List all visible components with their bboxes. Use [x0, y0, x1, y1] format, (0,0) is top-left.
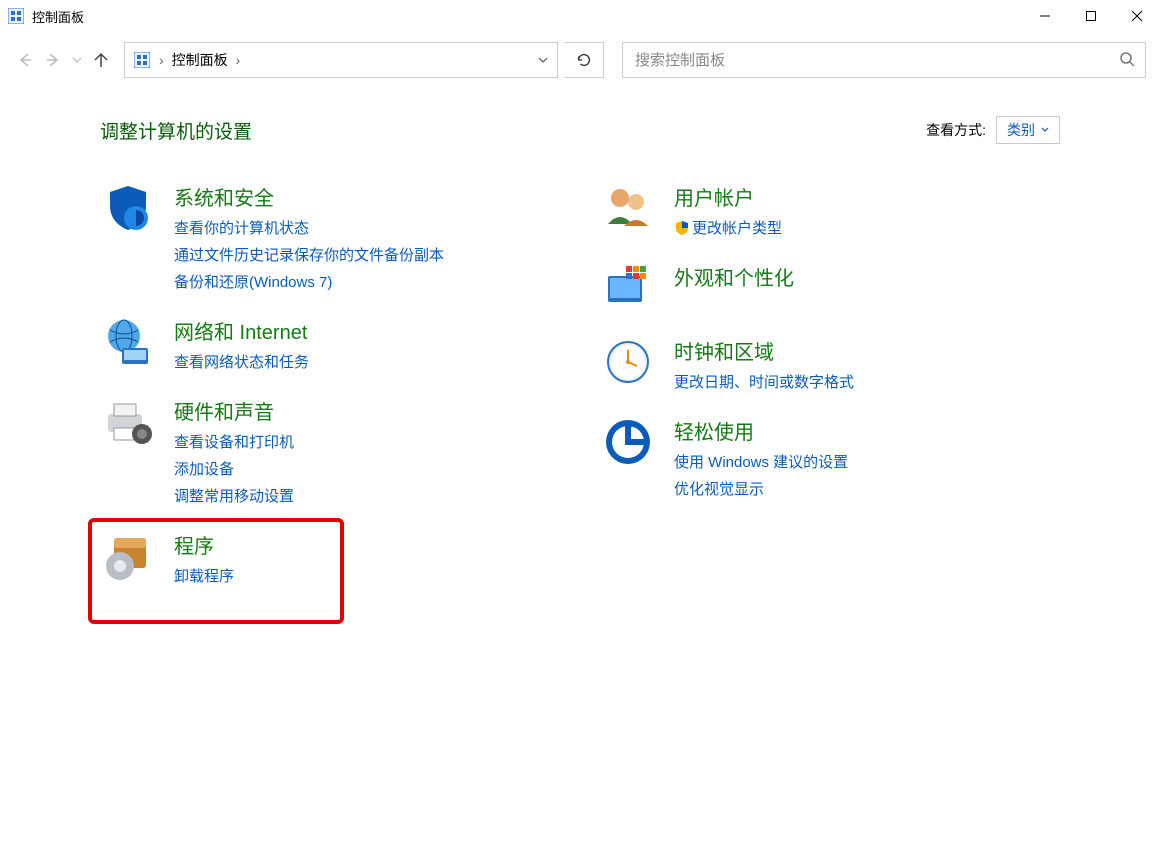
category-link[interactable]: 使用 Windows 建议的设置 — [674, 449, 848, 476]
search-icon — [1119, 51, 1135, 70]
refresh-button[interactable] — [564, 42, 604, 78]
category-clock-region: 时钟和区域 更改日期、时间或数字格式 — [600, 334, 1060, 396]
category-hardware-sound: 硬件和声音 查看设备和打印机 添加设备 调整常用移动设置 — [100, 394, 560, 510]
maximize-button[interactable] — [1068, 0, 1114, 32]
close-button[interactable] — [1114, 0, 1160, 32]
uac-shield-icon — [674, 218, 690, 234]
app-icon — [8, 8, 24, 24]
address-icon — [125, 52, 153, 68]
navigation-bar: › 控制面板 › — [0, 32, 1160, 88]
search-input[interactable] — [633, 51, 1119, 70]
page-title: 调整计算机的设置 — [100, 117, 252, 144]
ease-of-access-icon — [600, 414, 656, 470]
category-network-internet: 网络和 Internet 查看网络状态和任务 — [100, 314, 560, 376]
category-link[interactable]: 查看你的计算机状态 — [174, 215, 444, 242]
category-appearance: 外观和个性化 — [600, 260, 1060, 316]
shield-icon — [100, 180, 156, 236]
category-title[interactable]: 系统和安全 — [174, 182, 444, 211]
category-title[interactable]: 轻松使用 — [674, 416, 848, 445]
category-link[interactable]: 查看设备和打印机 — [174, 429, 294, 456]
printer-icon — [100, 394, 156, 450]
back-button[interactable] — [14, 49, 36, 71]
category-title[interactable]: 用户帐户 — [674, 182, 782, 211]
category-link[interactable]: 添加设备 — [174, 456, 294, 483]
minimize-button[interactable] — [1022, 0, 1068, 32]
category-link[interactable]: 查看网络状态和任务 — [174, 349, 309, 376]
category-ease-of-access: 轻松使用 使用 Windows 建议的设置 优化视觉显示 — [600, 414, 1060, 503]
clock-icon — [600, 334, 656, 390]
forward-button[interactable] — [42, 49, 64, 71]
search-box[interactable] — [622, 42, 1146, 78]
appearance-icon — [600, 260, 656, 316]
address-bar[interactable]: › 控制面板 › — [124, 42, 558, 78]
titlebar: 控制面板 — [0, 0, 1160, 32]
breadcrumb-sep-icon: › — [153, 52, 170, 68]
category-link[interactable]: 备份和还原(Windows 7) — [174, 269, 444, 296]
view-by-label: 查看方式: — [926, 120, 986, 140]
globe-icon — [100, 314, 156, 370]
window-title: 控制面板 — [32, 7, 84, 26]
up-button[interactable] — [90, 49, 112, 71]
breadcrumb-root[interactable]: 控制面板 — [170, 50, 230, 70]
category-title[interactable]: 硬件和声音 — [174, 396, 294, 425]
recent-locations-button[interactable] — [70, 49, 84, 71]
category-link[interactable]: 通过文件历史记录保存你的文件备份副本 — [174, 242, 444, 269]
category-link[interactable]: 更改日期、时间或数字格式 — [674, 369, 854, 396]
window-controls — [1022, 0, 1160, 32]
category-link[interactable]: 优化视觉显示 — [674, 476, 848, 503]
address-dropdown-button[interactable] — [529, 54, 557, 66]
category-title[interactable]: 外观和个性化 — [674, 262, 794, 291]
highlight-annotation — [88, 518, 344, 624]
category-system-security: 系统和安全 查看你的计算机状态 通过文件历史记录保存你的文件备份副本 备份和还原… — [100, 180, 560, 296]
chevron-down-icon — [1041, 126, 1049, 134]
view-by-select[interactable]: 类别 — [996, 116, 1060, 144]
category-title[interactable]: 时钟和区域 — [674, 336, 854, 365]
category-link[interactable]: 更改帐户类型 — [674, 215, 782, 242]
breadcrumb-sep-icon: › — [230, 52, 247, 68]
category-column-right: 用户帐户 更改帐户类型 — [600, 180, 1060, 608]
category-user-accounts: 用户帐户 更改帐户类型 — [600, 180, 1060, 242]
users-icon — [600, 180, 656, 236]
category-link[interactable]: 调整常用移动设置 — [174, 483, 294, 510]
category-title[interactable]: 网络和 Internet — [174, 316, 309, 345]
view-by: 查看方式: 类别 — [926, 116, 1060, 144]
view-by-value: 类别 — [1007, 120, 1035, 140]
